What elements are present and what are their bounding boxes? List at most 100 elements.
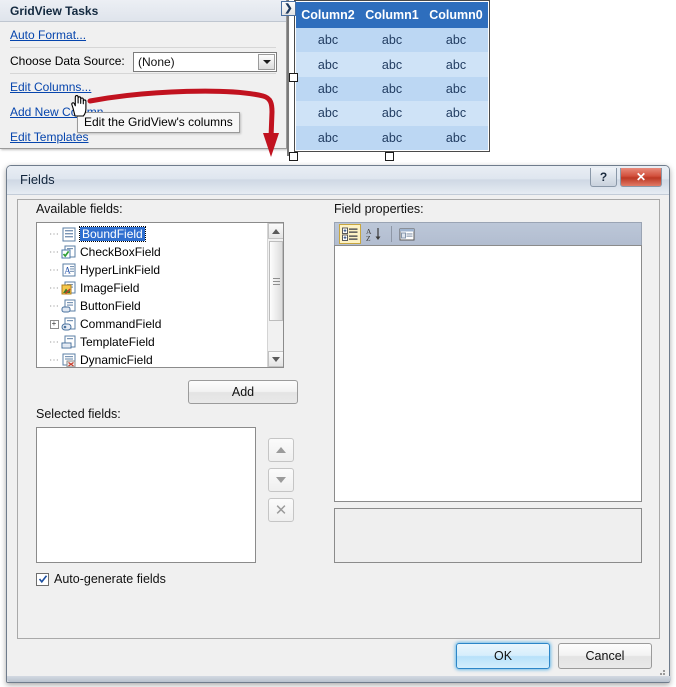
help-button[interactable]: ? — [590, 168, 617, 187]
tree-expander-plus-icon[interactable]: + — [47, 315, 61, 333]
tree-item-checkboxfield[interactable]: ⋯ CheckBoxField — [37, 243, 267, 261]
gridview-header-row: Column2 Column1 Column0 — [296, 2, 488, 28]
gridview-header-cell[interactable]: Column0 — [424, 2, 488, 28]
task-row-auto-format[interactable]: Auto Format... — [10, 22, 276, 48]
tree-item-templatefield[interactable]: ⋯ TemplateField — [37, 333, 267, 351]
resize-handle-bottom[interactable] — [385, 152, 394, 161]
hyperlinkfield-icon: A — [61, 263, 77, 278]
move-up-button[interactable] — [268, 438, 294, 462]
x-delete-icon: ✕ — [274, 501, 288, 519]
checkboxfield-icon — [61, 245, 77, 260]
gridview-header-cell[interactable]: Column1 — [360, 2, 424, 28]
dialog-title-bar[interactable]: Fields ? ✕ — [7, 166, 669, 195]
tree-vertical-scrollbar[interactable] — [267, 223, 283, 367]
tree-connector-icon: ⋯ — [49, 300, 59, 312]
ok-button[interactable]: OK — [456, 643, 550, 669]
gridview-cell: abc — [360, 52, 424, 77]
tree-item-label: CommandField — [80, 317, 162, 331]
available-fields-label: Available fields: — [36, 202, 123, 216]
auto-generate-checkbox[interactable] — [36, 572, 49, 586]
gridview-header-cell[interactable]: Column2 — [296, 2, 360, 28]
property-grid[interactable] — [334, 245, 642, 502]
gridview-cell: abc — [296, 125, 360, 150]
categorized-view-icon[interactable] — [339, 224, 361, 244]
tree-connector-icon: ⋯ — [49, 336, 59, 348]
move-down-button[interactable] — [268, 468, 294, 492]
table-row: abc abc abc — [296, 101, 488, 126]
tree-item-label: CheckBoxField — [80, 245, 161, 259]
table-row: abc abc abc — [296, 28, 488, 53]
gridview-cell: abc — [360, 76, 424, 102]
tree-item-commandfield[interactable]: + CommandField — [37, 315, 267, 333]
smart-tag-button[interactable]: ❯ — [281, 1, 296, 16]
tree-item-hyperlinkfield[interactable]: ⋯ A HyperLinkField — [37, 261, 267, 279]
tree-connector-icon: ⋯ — [49, 228, 59, 240]
gridview-cell: abc — [296, 76, 360, 102]
resize-handle-bottom-left[interactable] — [289, 152, 298, 161]
remove-field-button[interactable]: ✕ — [268, 498, 294, 522]
gridview-cell: abc — [296, 101, 360, 126]
tree-connector-icon: ⋯ — [49, 282, 59, 294]
gridview-tasks-title: GridView Tasks — [0, 0, 286, 22]
tree-connector-icon: ⋯ — [49, 354, 59, 366]
gridview-cell: abc — [424, 125, 488, 150]
imagefield-icon — [61, 281, 77, 296]
tree-item-dynamicfield[interactable]: ⋯ DynamicField — [37, 351, 267, 367]
table-row: abc abc abc — [296, 125, 488, 150]
arrow-down-icon — [276, 477, 286, 483]
tree-item-boundfield[interactable]: ⋯ BoundField — [37, 225, 267, 243]
gridview-cell: abc — [360, 101, 424, 126]
scroll-down-icon[interactable] — [268, 351, 283, 367]
gridview-cell: abc — [424, 101, 488, 126]
tree-item-buttonfield[interactable]: ⋯ ButtonField — [37, 297, 267, 315]
svg-text:Z: Z — [366, 234, 371, 242]
commandfield-icon — [61, 317, 77, 332]
toolbar-divider — [391, 226, 392, 242]
gridview-cell: abc — [424, 28, 488, 53]
available-fields-tree[interactable]: ⋯ BoundField ⋯ CheckBoxField ⋯ A HyperLi… — [36, 222, 284, 368]
auto-format-link[interactable]: Auto Format... — [10, 28, 86, 42]
gridview-table: Column2 Column1 Column0 abc abc abc abc … — [296, 2, 488, 150]
grip-icon — [272, 276, 280, 287]
cancel-button[interactable]: Cancel — [558, 643, 652, 669]
data-source-combobox[interactable]: (None) — [133, 52, 277, 72]
tree-item-label: HyperLinkField — [80, 263, 161, 277]
property-pages-icon[interactable] — [396, 224, 418, 244]
tree-item-label: ButtonField — [80, 299, 141, 313]
gridview-cell: abc — [424, 52, 488, 77]
gridview-control[interactable]: Column2 Column1 Column0 abc abc abc abc … — [288, 0, 491, 156]
dialog-bottom-edge — [7, 676, 671, 682]
dialog-title: Fields — [20, 172, 55, 187]
chevron-down-icon[interactable] — [258, 54, 275, 70]
close-icon[interactable]: ✕ — [620, 168, 662, 187]
task-row-edit-columns[interactable]: Edit Columns... — [10, 74, 276, 99]
alphabetical-sort-icon[interactable]: A Z — [363, 224, 385, 244]
data-source-value: (None) — [138, 55, 175, 69]
tree-connector-icon: ⋯ — [49, 264, 59, 276]
dynamicfield-icon — [61, 353, 77, 367]
scrollbar-thumb[interactable] — [269, 241, 283, 321]
designer-surface: GridView Tasks Auto Format... Choose Dat… — [0, 0, 676, 162]
selected-fields-list[interactable] — [36, 427, 256, 563]
tree-item-label: TemplateField — [80, 335, 155, 349]
add-button[interactable]: Add — [188, 380, 298, 404]
table-row: abc abc abc — [296, 52, 488, 77]
checkmark-icon — [38, 575, 47, 584]
field-properties-label: Field properties: — [334, 202, 424, 216]
hand-cursor-icon — [69, 94, 89, 118]
templatefield-icon — [61, 335, 77, 350]
scroll-up-icon[interactable] — [268, 223, 283, 239]
choose-data-source-label: Choose Data Source: — [10, 53, 125, 68]
tree-item-label: DynamicField — [80, 353, 153, 367]
edit-columns-link[interactable]: Edit Columns... — [10, 80, 91, 94]
gridview-cell: abc — [296, 28, 360, 53]
resize-handle-left[interactable] — [289, 73, 298, 82]
tree-item-label: BoundField — [79, 226, 146, 242]
table-row: abc abc abc — [296, 76, 488, 102]
fields-dialog: Fields ? ✕ Available fields: ⋯ BoundFiel… — [6, 165, 671, 683]
tree-item-imagefield[interactable]: ⋯ ImageField — [37, 279, 267, 297]
auto-generate-fields-row[interactable]: Auto-generate fields — [36, 572, 166, 586]
auto-generate-label: Auto-generate fields — [54, 572, 166, 586]
arrow-up-icon — [276, 447, 286, 453]
buttonfield-icon — [61, 299, 77, 314]
